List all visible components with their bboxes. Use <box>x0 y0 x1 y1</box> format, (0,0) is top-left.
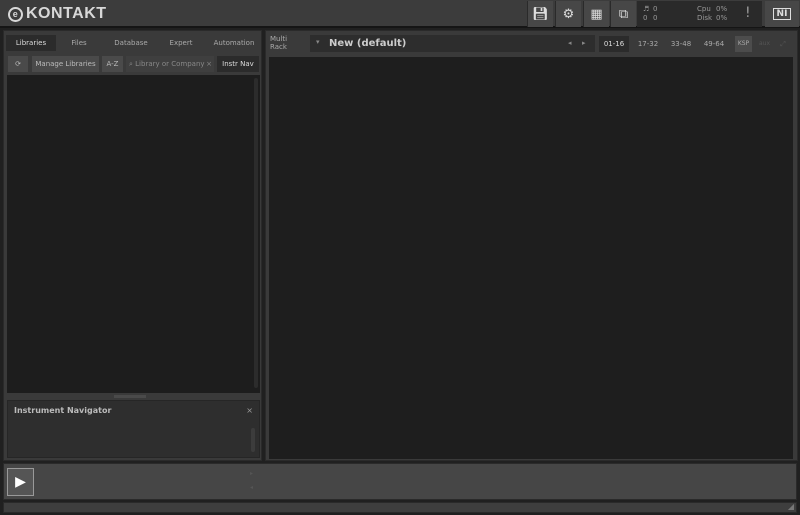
tab-files[interactable]: Files <box>59 35 99 51</box>
ni-logo-button[interactable]: NI <box>765 1 799 27</box>
page-33-48[interactable]: 33-48 <box>666 36 696 52</box>
rack-panel: Multi Rack ▾ New (default) ◂ ▸ 01-16 17-3… <box>265 30 798 461</box>
clear-search-icon[interactable]: × <box>206 56 212 72</box>
multi-name-field[interactable]: ▾ New (default) ◂ ▸ <box>310 35 595 52</box>
tab-database[interactable]: Database <box>104 35 158 51</box>
scroll-up-icon[interactable]: ▸ <box>250 470 253 477</box>
waveform-icon: ▶ <box>15 474 26 490</box>
multi-rack-label: Multi Rack <box>270 35 287 51</box>
settings-button[interactable]: ⚙ <box>555 1 581 27</box>
cpu-label: Cpu <box>697 5 711 13</box>
gear-icon: ⚙ <box>562 6 575 22</box>
expand-icon[interactable]: ⤢ <box>776 36 790 52</box>
disk-label: Disk <box>697 14 713 22</box>
midi-icon: ♬ <box>643 5 650 13</box>
kontakt-logo: e KONTAKT <box>8 5 107 23</box>
warning-icon[interactable]: ! <box>745 5 751 21</box>
instrument-navigator: Instrument Navigator × <box>7 400 260 458</box>
status-bar: ◢ <box>3 502 797 513</box>
layout-icon: ▦ <box>590 6 603 22</box>
page-49-64[interactable]: 49-64 <box>699 36 729 52</box>
meters-panel: ♬ 0 0 0 Cpu 0% Disk 0% ! <box>637 1 762 27</box>
manage-libraries-button[interactable]: Manage Libraries <box>32 56 99 72</box>
save-button[interactable]: 💾︎ <box>527 1 553 27</box>
multi-menu-arrow-icon[interactable]: ▾ <box>316 38 320 46</box>
multi-name[interactable]: New (default) <box>329 38 406 49</box>
label-line1: Multi <box>270 35 288 43</box>
library-scrollbar[interactable] <box>254 78 258 388</box>
ksp-button[interactable]: KSP <box>735 36 752 52</box>
prev-multi-icon[interactable]: ◂ <box>568 39 572 47</box>
ni-logo: NI <box>772 8 792 20</box>
tab-expert[interactable]: Expert <box>161 35 201 51</box>
aux-button[interactable]: aux <box>756 36 773 52</box>
memory-value: 0 <box>653 14 658 22</box>
resize-icon: ⧉ <box>618 6 629 22</box>
waveform-button[interactable]: ▶ <box>7 468 34 496</box>
splitter-handle[interactable] <box>114 395 146 398</box>
disk-value: 0% <box>716 14 728 22</box>
refresh-icon: ⟳ <box>15 60 21 68</box>
label-line2: Rack <box>270 43 287 51</box>
bottom-bar: ▶ ▸ ◂ <box>3 463 797 500</box>
page-01-16[interactable]: 01-16 <box>599 36 629 52</box>
resize-button[interactable]: ⧉ <box>610 1 636 27</box>
tab-libraries[interactable]: Libraries <box>6 35 56 51</box>
top-bar: e KONTAKT 💾︎ ⚙ ▦ ⧉ ♬ 0 0 0 Cpu 0% Disk 0%… <box>0 0 800 28</box>
voices-value: 0 <box>643 14 648 22</box>
cpu-value: 0% <box>716 5 728 13</box>
navigator-scrollbar[interactable] <box>251 428 255 452</box>
close-navigator-icon[interactable]: × <box>246 406 253 415</box>
next-multi-icon[interactable]: ▸ <box>582 39 586 47</box>
browser-panel: Libraries Files Database Expert Automati… <box>3 30 262 461</box>
scroll-down-icon[interactable]: ◂ <box>250 484 253 491</box>
instr-nav-button[interactable]: Instr Nav <box>217 56 259 72</box>
refresh-button[interactable]: ⟳ <box>8 56 28 72</box>
tab-automation[interactable]: Automation <box>207 35 261 51</box>
logo-icon: e <box>8 6 23 22</box>
resize-grip-icon[interactable]: ◢ <box>788 502 794 511</box>
app-title: KONTAKT <box>26 5 107 22</box>
navigator-title: Instrument Navigator <box>14 406 112 415</box>
rack-area[interactable] <box>269 57 793 459</box>
library-search-input[interactable]: ⌕ Library or Company × <box>126 56 214 72</box>
page-17-32[interactable]: 17-32 <box>633 36 663 52</box>
sort-az-button[interactable]: A-Z <box>102 56 123 72</box>
view-button[interactable]: ▦ <box>583 1 609 27</box>
save-icon: 💾︎ <box>532 6 549 22</box>
midi-value: 0 <box>653 5 658 13</box>
library-list <box>7 75 260 393</box>
search-placeholder: Library or Company <box>135 60 205 68</box>
